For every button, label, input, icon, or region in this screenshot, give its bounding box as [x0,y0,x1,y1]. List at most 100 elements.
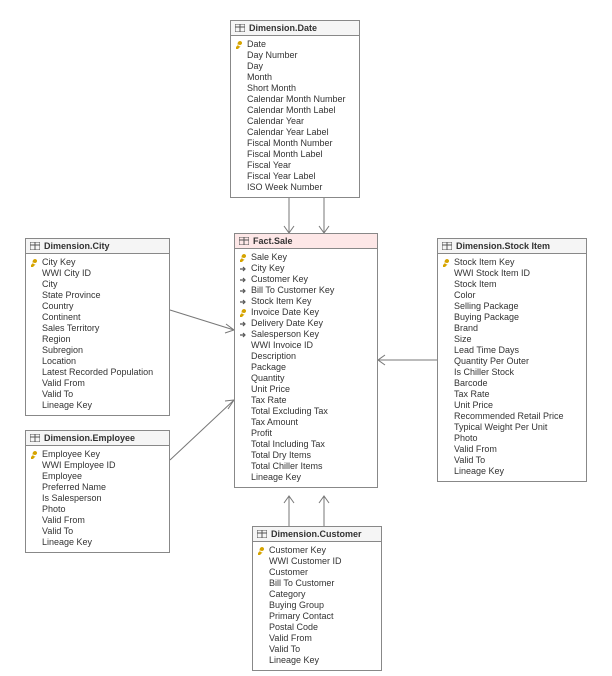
table-column[interactable]: Location [30,356,165,367]
table-column[interactable]: Tax Amount [239,417,373,428]
table-column[interactable]: Customer Key [239,274,373,285]
table-column[interactable]: Lineage Key [30,400,165,411]
table-dimension-customer[interactable]: Dimension.Customer Customer KeyWWI Custo… [252,526,382,671]
table-fact-sale[interactable]: Fact.Sale Sale KeyCity KeyCustomer KeyBi… [234,233,378,488]
table-column[interactable]: Is Salesperson [30,493,165,504]
table-column[interactable]: Fiscal Year [235,160,355,171]
table-column[interactable]: Customer [257,567,377,578]
table-column[interactable]: Month [235,72,355,83]
table-column[interactable]: WWI Invoice ID [239,340,373,351]
table-column[interactable]: Calendar Year Label [235,127,355,138]
table-column[interactable]: City Key [239,263,373,274]
table-column[interactable]: Tax Rate [442,389,582,400]
table-column[interactable]: Valid To [30,526,165,537]
table-column[interactable]: City [30,279,165,290]
table-column[interactable]: Bill To Customer [257,578,377,589]
table-column[interactable]: Calendar Month Label [235,105,355,116]
table-column[interactable]: Sale Key [239,252,373,263]
table-column[interactable]: Employee [30,471,165,482]
table-column[interactable]: Photo [30,504,165,515]
table-column[interactable]: Country [30,301,165,312]
table-column[interactable]: Quantity [239,373,373,384]
table-column[interactable]: Stock Item Key [239,296,373,307]
table-column[interactable]: Latest Recorded Population [30,367,165,378]
table-column[interactable]: Valid To [30,389,165,400]
table-column[interactable]: Delivery Date Key [239,318,373,329]
table-column[interactable]: Quantity Per Outer [442,356,582,367]
table-column[interactable]: Fiscal Month Number [235,138,355,149]
table-column[interactable]: Unit Price [239,384,373,395]
table-column[interactable]: Lineage Key [30,537,165,548]
table-column[interactable]: Lineage Key [257,655,377,666]
table-column[interactable]: Typical Weight Per Unit [442,422,582,433]
table-column[interactable]: Lead Time Days [442,345,582,356]
table-column[interactable]: Calendar Year [235,116,355,127]
column-name: Selling Package [454,301,519,312]
table-column[interactable]: WWI Stock Item ID [442,268,582,279]
table-column[interactable]: Photo [442,433,582,444]
table-column[interactable]: City Key [30,257,165,268]
table-dimension-employee[interactable]: Dimension.Employee Employee KeyWWI Emplo… [25,430,170,553]
table-column[interactable]: Barcode [442,378,582,389]
column-name: Delivery Date Key [251,318,323,329]
table-column[interactable]: Primary Contact [257,611,377,622]
table-column[interactable]: Total Dry Items [239,450,373,461]
table-column[interactable]: Size [442,334,582,345]
table-column[interactable]: Employee Key [30,449,165,460]
table-column[interactable]: Lineage Key [442,466,582,477]
table-column[interactable]: Stock Item Key [442,257,582,268]
table-column[interactable]: Stock Item [442,279,582,290]
table-column[interactable]: Bill To Customer Key [239,285,373,296]
table-column[interactable]: Buying Package [442,312,582,323]
table-column[interactable]: ISO Week Number [235,182,355,193]
column-spacer-icon [442,325,450,333]
table-column[interactable]: Valid From [257,633,377,644]
table-column[interactable]: Postal Code [257,622,377,633]
table-column[interactable]: Invoice Date Key [239,307,373,318]
table-column[interactable]: Profit [239,428,373,439]
table-column[interactable]: Selling Package [442,301,582,312]
table-dimension-date[interactable]: Dimension.Date DateDay NumberDayMonthSho… [230,20,360,198]
table-column[interactable]: Lineage Key [239,472,373,483]
table-column[interactable]: Date [235,39,355,50]
table-column[interactable]: Fiscal Month Label [235,149,355,160]
table-column[interactable]: Calendar Month Number [235,94,355,105]
table-column[interactable]: Total Chiller Items [239,461,373,472]
table-column[interactable]: Category [257,589,377,600]
table-dimension-stock-item[interactable]: Dimension.Stock Item Stock Item KeyWWI S… [437,238,587,482]
table-dimension-city[interactable]: Dimension.City City KeyWWI City IDCitySt… [25,238,170,416]
table-column[interactable]: Tax Rate [239,395,373,406]
table-column[interactable]: Description [239,351,373,362]
table-column[interactable]: WWI City ID [30,268,165,279]
table-column[interactable]: Recommended Retail Price [442,411,582,422]
table-column[interactable]: Package [239,362,373,373]
table-column[interactable]: Day Number [235,50,355,61]
table-column[interactable]: Fiscal Year Label [235,171,355,182]
table-column[interactable]: Color [442,290,582,301]
table-column[interactable]: Valid From [30,515,165,526]
table-column[interactable]: Unit Price [442,400,582,411]
table-column[interactable]: Sales Territory [30,323,165,334]
table-column[interactable]: Region [30,334,165,345]
table-column[interactable]: Valid From [30,378,165,389]
table-column[interactable]: Total Excluding Tax [239,406,373,417]
table-column[interactable]: Valid To [257,644,377,655]
column-spacer-icon [257,624,265,632]
table-column[interactable]: Valid From [442,444,582,455]
table-column[interactable]: Short Month [235,83,355,94]
table-column[interactable]: State Province [30,290,165,301]
table-column[interactable]: WWI Employee ID [30,460,165,471]
table-column[interactable]: Total Including Tax [239,439,373,450]
table-column[interactable]: Brand [442,323,582,334]
table-column[interactable]: Preferred Name [30,482,165,493]
column-name: Employee Key [42,449,100,460]
table-column[interactable]: Customer Key [257,545,377,556]
table-column[interactable]: Subregion [30,345,165,356]
table-column[interactable]: Salesperson Key [239,329,373,340]
table-column[interactable]: Valid To [442,455,582,466]
table-column[interactable]: Continent [30,312,165,323]
table-column[interactable]: Day [235,61,355,72]
table-column[interactable]: Is Chiller Stock [442,367,582,378]
table-column[interactable]: Buying Group [257,600,377,611]
table-column[interactable]: WWI Customer ID [257,556,377,567]
